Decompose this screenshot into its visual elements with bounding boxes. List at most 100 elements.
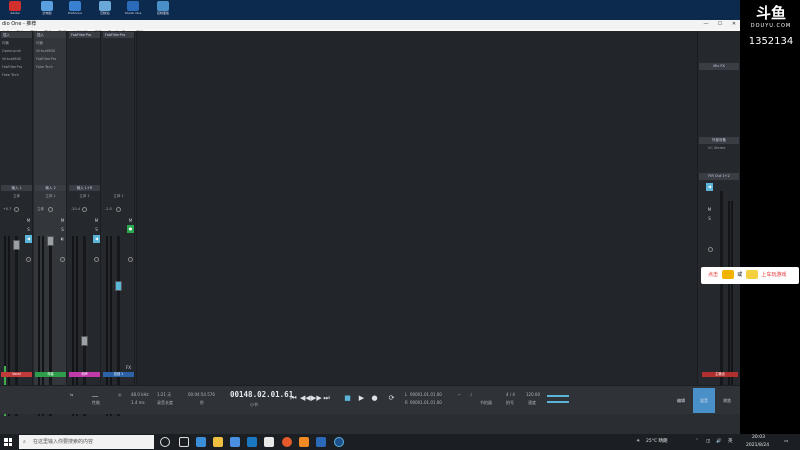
return-to-zero-icon[interactable]: ⏮ xyxy=(289,394,298,403)
insert-header[interactable]: FabFilterPro xyxy=(103,32,134,38)
insert-slot[interactable]: 均衡 xyxy=(36,40,66,46)
arrange-area[interactable] xyxy=(136,31,697,385)
channel-name[interactable]: Vocal xyxy=(1,372,32,377)
close-button[interactable]: ✕ xyxy=(728,20,740,29)
send-knob[interactable] xyxy=(94,257,99,262)
mute-button[interactable]: M xyxy=(127,217,134,224)
solo-button[interactable]: S xyxy=(93,226,100,233)
volume-slider[interactable] xyxy=(547,395,569,397)
ime-indicator[interactable]: 英 xyxy=(728,434,733,450)
input-selector[interactable]: 输入 L xyxy=(1,185,32,191)
weather-icon[interactable]: ☀ xyxy=(636,434,640,450)
precount-icon[interactable]: ♪ xyxy=(470,392,473,397)
channel-mode-icon[interactable]: ◐ xyxy=(59,235,66,242)
performance-icon[interactable]: ◎ xyxy=(118,392,122,397)
volume-icon[interactable]: 🔊 xyxy=(716,434,722,450)
mixer-channel[interactable]: 插入 均衡 OpenLandi VirtualMIDI FabFilterPro Fake… xyxy=(0,31,33,416)
input-selector[interactable]: 输入 L+R xyxy=(69,185,100,191)
taskbar-search-input[interactable]: ⌕ 在这里输入你要搜索的内容 xyxy=(19,435,154,449)
time-signature[interactable]: 4 / 4 xyxy=(506,392,515,397)
main-monitor-button[interactable]: ◀ xyxy=(706,183,713,191)
edit-button[interactable]: 编辑 xyxy=(670,388,692,413)
gain-value[interactable]: -20.4 xyxy=(71,207,80,211)
minimize-button[interactable]: — xyxy=(700,20,712,29)
insert-slot[interactable]: FabFilterPro xyxy=(2,64,32,70)
volume-fader[interactable] xyxy=(115,281,122,291)
channel-name[interactable]: 和声 xyxy=(69,372,100,377)
promo-banner[interactable]: 点击 或 上车玩游戏 xyxy=(701,267,799,284)
desktop-shortcut[interactable]: 此电脑 xyxy=(36,1,58,19)
output-route[interactable]: 立体 1 xyxy=(36,193,65,199)
bar-position[interactable]: 00148.02.01.61 xyxy=(230,390,293,399)
windows-start-icon[interactable] xyxy=(4,438,12,446)
pan-knob[interactable] xyxy=(14,207,19,212)
network-icon[interactable]: ◫ xyxy=(706,434,710,450)
insert-slot[interactable]: VirtualMIDI xyxy=(36,48,66,54)
send-knob[interactable] xyxy=(26,257,31,262)
monitor-button[interactable]: ◀ xyxy=(25,235,32,243)
monitor-button[interactable]: ◀ xyxy=(93,235,100,243)
output-route[interactable]: 立体 1 xyxy=(70,193,99,199)
browse-button[interactable]: 浏览 xyxy=(716,388,738,413)
input-selector[interactable]: 输入 2 xyxy=(35,185,66,191)
store-icon[interactable] xyxy=(247,437,257,447)
insert-header[interactable]: 插入 xyxy=(35,32,66,38)
gain-value[interactable]: +0.7 xyxy=(3,207,12,211)
tray-arrow-icon[interactable]: ˄ xyxy=(696,434,698,450)
edge-icon[interactable] xyxy=(196,437,206,447)
record-icon[interactable]: ● xyxy=(370,394,379,403)
pan-knob[interactable] xyxy=(82,207,87,212)
gain-value[interactable]: -2.0 xyxy=(105,207,112,211)
solo-button[interactable]: S xyxy=(59,226,66,233)
pan-knob[interactable] xyxy=(48,207,53,212)
insert-header[interactable]: FabFilterPro xyxy=(69,32,100,38)
studio-one-icon[interactable] xyxy=(334,437,344,447)
mute-button[interactable]: M xyxy=(93,217,100,224)
gain-value[interactable]: 立体 xyxy=(37,207,44,212)
loop-icon[interactable]: ■ xyxy=(343,394,352,403)
insert-header[interactable]: 插入 xyxy=(1,32,32,38)
task-view-icon[interactable] xyxy=(179,437,189,447)
play-icon[interactable]: ▶ xyxy=(357,394,366,403)
browser-icon[interactable] xyxy=(282,437,292,447)
mute-button[interactable]: M xyxy=(25,217,32,224)
send-knob[interactable] xyxy=(60,257,65,262)
cortana-icon[interactable] xyxy=(160,437,170,447)
fx-button[interactable]: FX xyxy=(125,364,132,371)
mute-button[interactable]: M xyxy=(59,217,66,224)
mixer-channel[interactable]: FabFilterPro立体 1-2.0MS●总线 1FX xyxy=(102,31,135,416)
tempo[interactable]: 120.00 xyxy=(526,392,540,397)
main-solo-button[interactable]: S xyxy=(706,215,713,222)
external-devices-header[interactable]: 外部设备 xyxy=(699,137,739,144)
goto-end-icon[interactable]: ⏭ xyxy=(322,394,331,403)
mix-fx-header[interactable]: Mix FX xyxy=(699,63,739,70)
notification-icon[interactable]: ▭ xyxy=(784,434,788,450)
pan-knob[interactable] xyxy=(116,207,121,212)
channel-name[interactable]: 伴奏 xyxy=(35,372,66,377)
volume-slider[interactable] xyxy=(547,401,569,403)
weather-text[interactable]: 25°C 晴朗 xyxy=(646,434,668,450)
solo-button[interactable]: S xyxy=(25,226,32,233)
clock-date[interactable]: 2021/8/24 xyxy=(746,438,769,450)
main-output-name[interactable]: 主输出 xyxy=(702,372,738,377)
volume-fader[interactable] xyxy=(13,240,20,250)
maximize-button[interactable]: ☐ xyxy=(714,20,726,29)
mix-button[interactable]: 混音 xyxy=(693,388,715,413)
loop-toggle-icon[interactable]: ⟳ xyxy=(387,394,396,403)
desktop-shortcut[interactable]: 控制面板 xyxy=(152,1,174,19)
record-arm-button[interactable]: ● xyxy=(127,225,134,233)
file-explorer-icon[interactable] xyxy=(213,437,223,447)
volume-fader[interactable] xyxy=(81,336,88,346)
loop-end[interactable]: 00001.01.01.00 xyxy=(410,400,442,405)
main-output-route[interactable]: FIR Out 1+2 xyxy=(699,173,739,180)
desktop-shortcut[interactable]: Adobe xyxy=(4,1,26,19)
insert-slot[interactable]: FabFilterPro xyxy=(36,56,66,62)
insert-slot[interactable]: Fake Tech xyxy=(2,72,32,78)
mail-icon[interactable] xyxy=(230,437,240,447)
loop-start[interactable]: 00001.01.01.00 xyxy=(410,392,442,397)
output-route[interactable]: 立体 xyxy=(2,193,31,199)
insert-slot[interactable]: OpenLandi xyxy=(2,48,32,54)
insert-slot[interactable]: Fake Tech xyxy=(36,64,66,70)
desktop-shortcut[interactable]: PreSonus xyxy=(64,1,86,19)
midi-monitor-icon[interactable]: ⇆ xyxy=(70,392,73,397)
